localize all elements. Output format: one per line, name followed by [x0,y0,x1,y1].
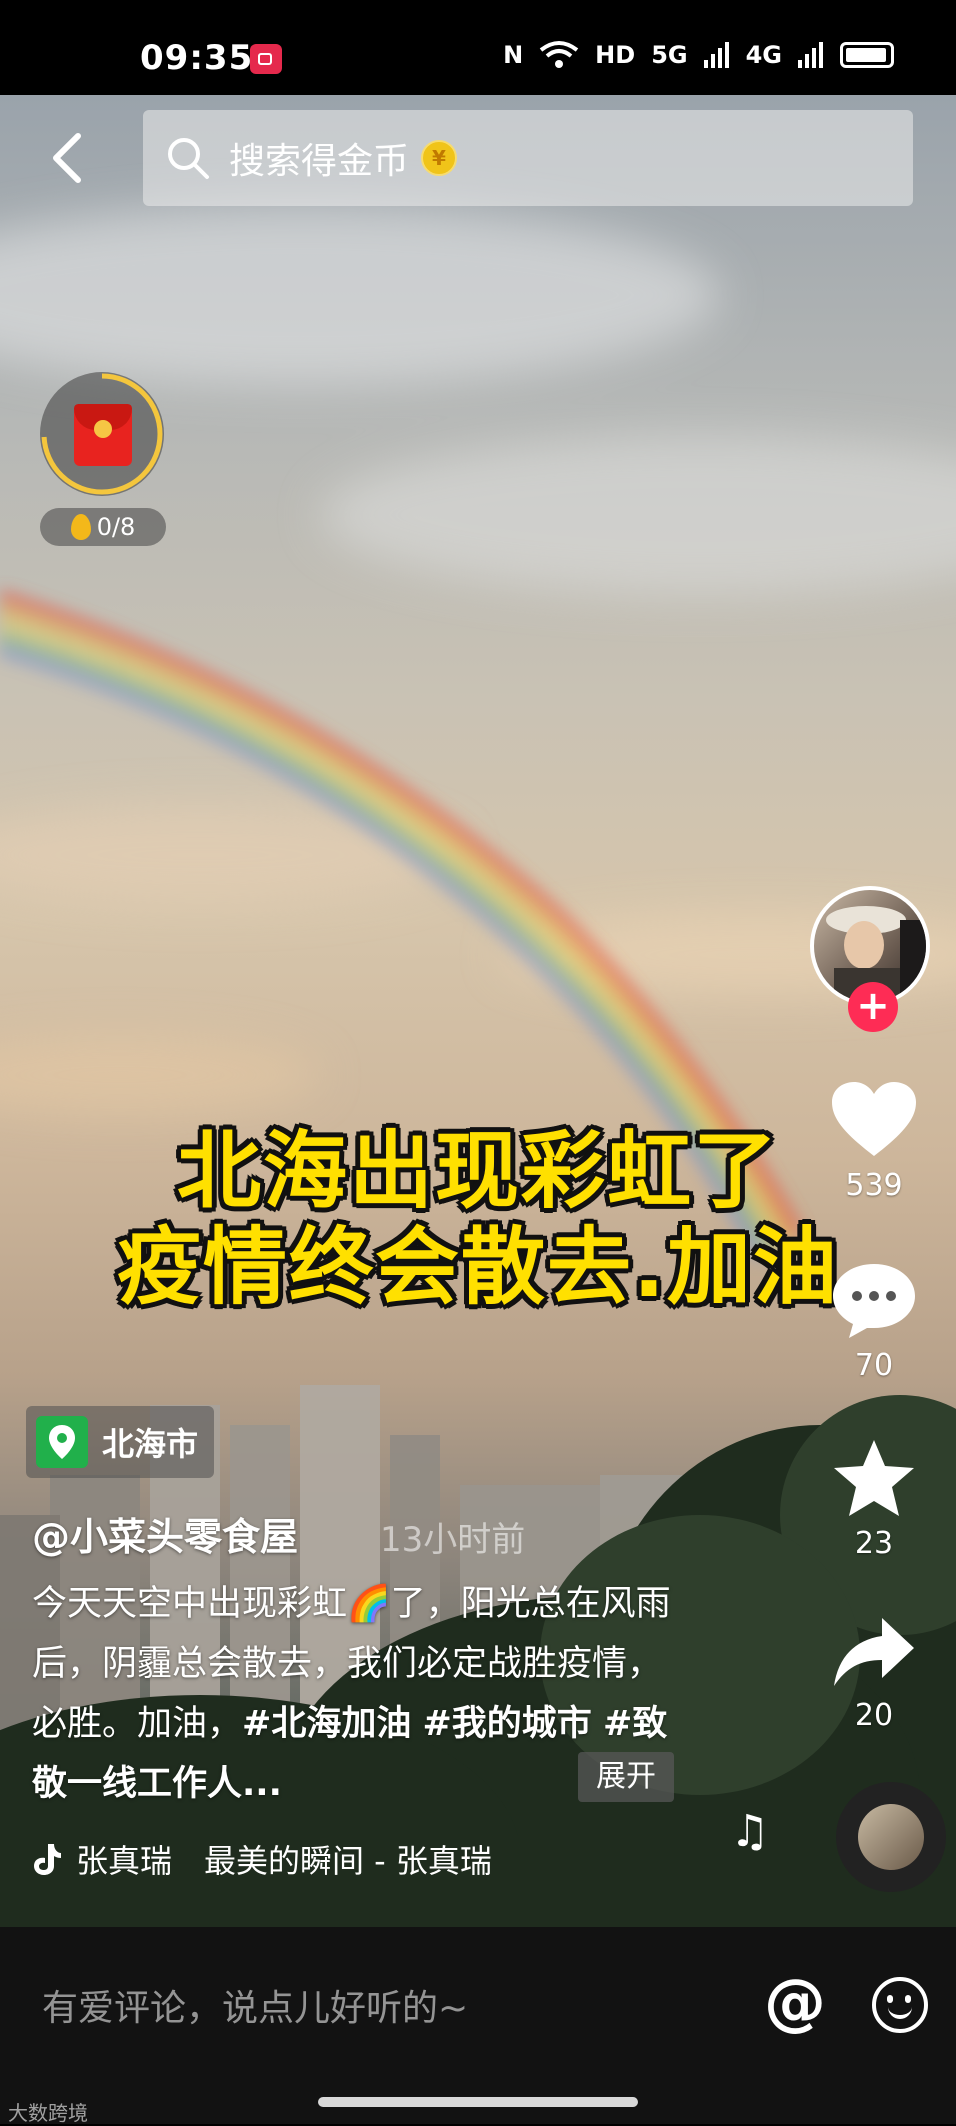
red-packet-icon [74,404,132,466]
comment-input[interactable]: 有爱评论，说点儿好听的~ [42,1979,468,2031]
music-disc[interactable] [836,1782,946,1892]
4g-signal-icon: 4G [745,41,782,69]
share-count: 20 [854,1698,894,1733]
music-note-icon: ♫ [730,1806,770,1857]
location-text: 北海市 [102,1425,199,1463]
watermark-text: 大数跨境 [8,2101,88,2125]
share-arrow-icon [834,1618,914,1686]
heart-icon [832,1082,916,1156]
status-icons: N HD 5G 4G [503,40,894,70]
location-pin-icon [36,1416,88,1468]
expand-button[interactable]: 展开 [578,1752,674,1802]
coin-progress: 0/8 [40,508,166,546]
like-button[interactable]: 539 [824,1080,924,1203]
post-time: 13小时前 [380,1520,526,1560]
share-button[interactable]: 20 [824,1616,924,1733]
nfc-icon: N [503,41,524,69]
favorite-count: 23 [854,1526,894,1561]
gold-coin-icon: ¥ [421,140,458,176]
music-cover [858,1804,924,1870]
gold-egg-icon [70,514,91,540]
music-title: 张真瑞 最美的瞬间 - 张真瑞 [76,1842,492,1880]
status-time: 09:35 [140,38,254,78]
overlay-title-line2: 疫情终会散去.加油 [117,1218,839,1316]
home-indicator[interactable] [318,2097,638,2107]
comment-bar: 有爱评论，说点儿好听的~ @ 大数跨境 [0,1927,956,2125]
comment-button[interactable]: 70 [824,1260,924,1383]
favorite-button[interactable]: 23 [824,1438,924,1561]
status-bar: 09:35 N HD 5G 4G [0,0,956,95]
hd-label: HD [595,41,636,69]
location-tag[interactable]: 北海市 [26,1406,215,1478]
tiktok-note-icon [34,1844,61,1875]
signal-bars-icon-2 [798,42,823,68]
search-icon [168,138,209,179]
follow-button[interactable]: + [848,982,898,1032]
star-icon [834,1440,914,1516]
comment-icon [833,1264,915,1338]
search-placeholder: 搜索得金币 [229,141,410,182]
music-info[interactable]: 张真瑞 最美的瞬间 - 张真瑞 [32,1836,492,1882]
signal-bars-icon [703,42,729,68]
wifi-icon [539,41,579,68]
search-input[interactable]: 搜索得金币 ¥ [143,110,913,206]
coin-progress-text: 0/8 [96,513,136,541]
battery-icon [840,42,894,68]
back-button[interactable] [40,128,100,188]
like-count: 539 [845,1168,903,1203]
5g-signal-icon: 5G [651,41,688,69]
emoji-icon[interactable] [872,1977,928,2033]
hashtag-link[interactable]: #我的城市 [422,1704,591,1744]
comment-count: 70 [854,1348,894,1383]
author-name[interactable]: @小菜头零食屋 [32,1506,298,1561]
hashtag-link[interactable]: #北海加油 [242,1704,411,1744]
screen-record-icon [250,44,282,74]
red-packet-widget[interactable] [40,372,164,496]
mention-at-icon[interactable]: @ [764,1965,826,2038]
